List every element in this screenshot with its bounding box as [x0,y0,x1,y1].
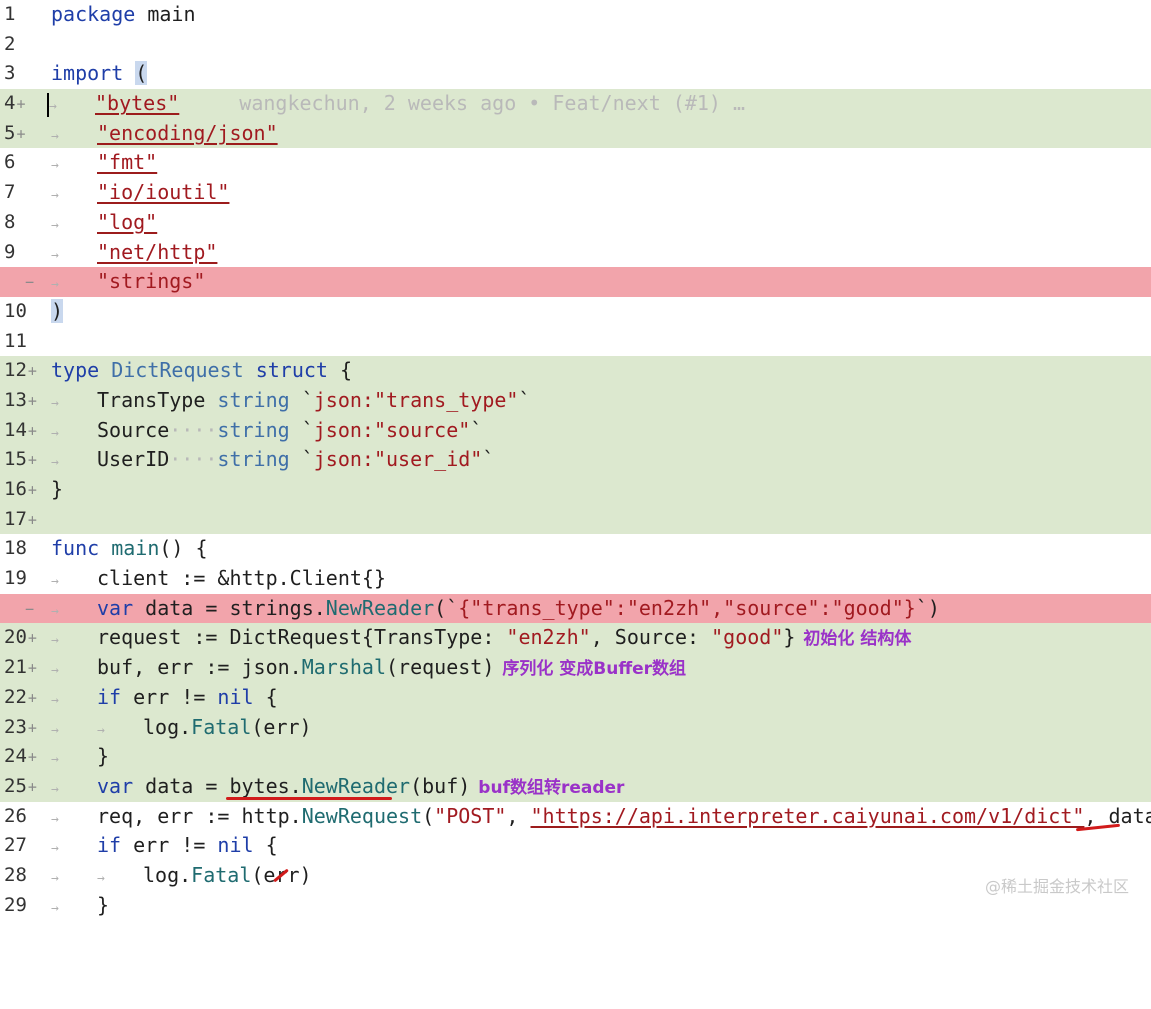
code-line-26[interactable]: 26 → req, err := http.NewRequest("POST", … [0,802,1151,832]
line-number: 29 [4,893,27,916]
code-line-removed[interactable]: − → "strings" [0,267,1151,297]
line-number: 21+ [4,656,37,679]
code-line-3[interactable]: 3 import ( [0,59,1151,89]
line-number: 18 [4,537,27,560]
watermark: @稀土掘金技术社区 [984,877,1129,896]
git-blame-annotation: wangkechun, 2 weeks ago • Feat/next (#1)… [239,91,746,116]
line-number: 19 [4,567,27,590]
code-line-29[interactable]: 29 →} [0,891,1151,921]
annotation-serialize: 序列化 变成Buffer数组 [502,659,687,680]
line-number: 25+ [4,774,37,797]
code-text: package [51,2,136,26]
code-line-10[interactable]: 10 ) [0,297,1151,327]
line-number: 9 [4,240,16,263]
line-number: 7 [4,181,16,204]
line-number: 14+ [4,418,37,441]
code-line-23[interactable]: 23+ → → log.Fatal(err) [0,712,1151,743]
code-line-4[interactable]: 4+ → "bytes" wangkechun, 2 weeks ago • Fea… [0,89,1151,119]
code-line-27[interactable]: 27 → if err != nil { [0,831,1151,861]
code-line-14[interactable]: 14+ → Source····string `json:"source"` [0,415,1151,446]
line-number: 12+ [4,359,37,382]
code-line-20[interactable]: 20+ → request := DictRequest{TransType: "… [0,623,1151,654]
red-underline-bytes-newreader [226,797,392,800]
code-line-19[interactable]: 19 → client := &http.Client{} [0,564,1151,594]
line-number: 6 [4,151,16,174]
code-line-11[interactable]: 11 [0,327,1151,357]
code-line-17[interactable]: 17+ [0,504,1151,535]
code-line-15[interactable]: 15+ → UserID····string `json:"user_id"` [0,445,1151,475]
code-line-9[interactable]: 9 → "net/http" [0,238,1151,268]
line-number: 2 [4,32,16,55]
code-line-7[interactable]: 7 → "io/ioutil" [0,178,1151,208]
code-line-6[interactable]: 6 → "fmt" [0,148,1151,178]
line-number: 16+ [4,478,37,500]
line-number: 10 [4,299,27,322]
line-number: 5+ [4,121,26,144]
annotation-buf-to-reader: buf数组转reader [478,777,625,798]
line-number: 8 [4,210,16,233]
code-line-1[interactable]: 1 package main [0,0,1151,30]
line-number: 24+ [4,745,37,768]
code-line-18[interactable]: 18 func main() { [0,534,1151,564]
code-line-13[interactable]: 13+ → TransType string `json:"trans_type"… [0,385,1151,416]
code-editor[interactable]: 1 package main 2 3 import ( 4+ → "bytes" w… [0,0,1151,920]
line-number: 22+ [4,685,37,708]
code-line-12[interactable]: 12+ type DictRequest struct { [0,356,1151,386]
line-number: 23+ [4,715,37,738]
code-line-25[interactable]: 25+ → var data = bytes.NewReader(buf) buf数… [0,771,1151,802]
line-number: 4+ [4,92,26,115]
code-line-2[interactable]: 2 [0,30,1151,60]
line-number: 27 [4,834,27,857]
line-number: 1 [4,3,16,25]
line-number: 28 [4,863,27,886]
line-number: 15+ [4,448,37,471]
code-line-22[interactable]: 22+ → if err != nil { [0,682,1151,713]
code-line-removed-2[interactable]: − → var data = strings.NewReader(`{"trans… [0,593,1151,624]
code-line-5[interactable]: 5+ → "encoding/json" [0,118,1151,149]
line-number: 26 [4,804,27,827]
annotation-init-struct: 初始化 结构体 [803,629,912,650]
line-number: 13+ [4,388,37,411]
code-line-24[interactable]: 24+ →} [0,742,1151,772]
line-number: 17+ [4,507,37,530]
code-line-28[interactable]: 28 →→log.Fatal(err) [0,861,1151,891]
line-number: 20+ [4,626,37,649]
code-line-21[interactable]: 21+ → buf, err := json.Marshal(request) 序列… [0,653,1151,683]
code-line-8[interactable]: 8 → "log" [0,208,1151,238]
code-line-16[interactable]: 16+ } [0,475,1151,505]
line-number: 3 [4,62,16,85]
line-number: 11 [4,329,27,352]
